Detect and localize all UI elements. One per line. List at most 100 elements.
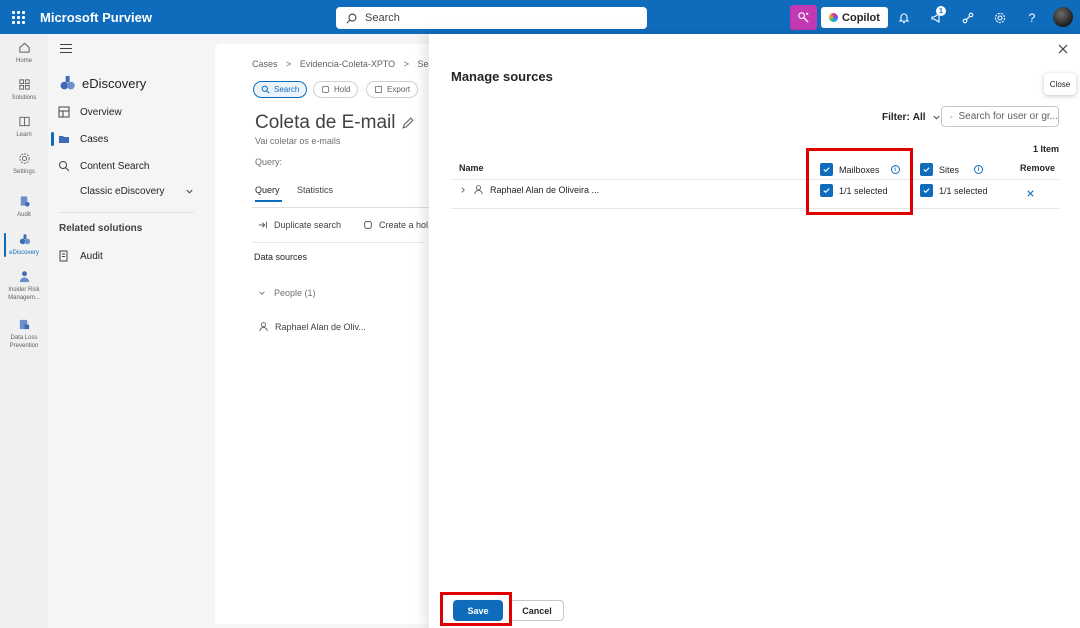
person-icon: [259, 322, 268, 332]
global-search-input[interactable]: Search: [336, 7, 647, 29]
magic-wand-button[interactable]: [790, 5, 817, 30]
nav-item-label: Content Search: [80, 160, 150, 172]
search-placeholder: Search: [365, 12, 400, 24]
nav-item-classic-ediscovery[interactable]: Classic eDiscovery: [80, 186, 194, 197]
user-search-input[interactable]: Search for user or gr...: [941, 106, 1059, 127]
connections-button[interactable]: [955, 5, 981, 30]
nav-item-content-search[interactable]: Content Search: [58, 160, 150, 172]
nav-item-label: Audit: [80, 250, 103, 262]
check-icon: [923, 188, 930, 194]
hamburger-icon[interactable]: [60, 44, 72, 56]
rail-label: Solutions: [11, 95, 37, 101]
rail-item-settings[interactable]: Settings: [0, 151, 48, 176]
nav-active-indicator: [51, 132, 54, 146]
help-button[interactable]: ?: [1019, 5, 1045, 30]
export-icon: [375, 86, 382, 93]
close-tooltip: Close: [1044, 73, 1076, 95]
search-pill[interactable]: Search: [253, 81, 308, 98]
pill-label: Search: [274, 85, 300, 94]
pill-label: Export: [387, 85, 411, 94]
remove-icon[interactable]: [1026, 189, 1035, 198]
people-group[interactable]: People (1): [258, 288, 316, 298]
tab-query[interactable]: Query: [255, 185, 280, 195]
person-item[interactable]: Raphael Alan de Oliv...: [258, 321, 366, 332]
rail-label: Data Loss Prevention: [9, 335, 39, 349]
nav-item-overview[interactable]: Overview: [58, 106, 122, 118]
nav-item-cases[interactable]: Cases: [58, 133, 108, 145]
copilot-button[interactable]: Copilot: [821, 7, 888, 28]
rail-item-audit[interactable]: Audit: [0, 194, 48, 219]
user-avatar[interactable]: [1053, 7, 1073, 27]
gear-icon: [17, 151, 31, 165]
hold-icon: [322, 86, 329, 93]
case-subtitle: Vai coletar os e-mails: [255, 136, 341, 146]
pill-label: Hold: [334, 85, 351, 94]
breadcrumb: Cases > Evidencia-Coleta-XPTO > Searc: [252, 59, 441, 69]
row-sites-checkbox[interactable]: [920, 184, 933, 197]
nav-item-label: Overview: [80, 106, 122, 118]
sparkle-icon: [798, 12, 809, 23]
table-row[interactable]: Raphael Alan de Oliveira ...: [459, 184, 599, 195]
gear-icon: [994, 12, 1006, 23]
close-icon[interactable]: [1056, 42, 1070, 56]
case-page: Cases > Evidencia-Coleta-XPTO > Searc Se…: [215, 44, 441, 624]
related-solutions-heading: Related solutions: [59, 223, 143, 234]
create-hold-button[interactable]: Create a hol: [363, 220, 428, 230]
sites-select-all-checkbox[interactable]: [920, 163, 933, 176]
mailboxes-highlight-box: [806, 148, 913, 215]
data-sources-heading: Data sources: [254, 252, 308, 262]
column-header-name[interactable]: Name: [459, 163, 484, 173]
search-icon: [261, 85, 270, 94]
top-bar: Microsoft Purview Search Copilot 1 ?: [0, 0, 1080, 34]
query-label: Query:: [255, 157, 283, 167]
search-icon: [59, 161, 70, 172]
info-icon[interactable]: i: [974, 165, 984, 174]
alerts-button[interactable]: 1: [923, 5, 949, 30]
duplicate-icon: [258, 221, 267, 229]
filter-dropdown[interactable]: Filter: All: [882, 112, 941, 123]
duplicate-search-button[interactable]: Duplicate search: [258, 220, 341, 230]
ediscovery-nav: eDiscovery Overview Cases Content Search…: [48, 34, 204, 628]
rail-label: eDiscovery: [9, 250, 39, 256]
filter-label: Filter:: [882, 112, 910, 123]
tab-active-indicator: [255, 200, 282, 202]
hold-pill[interactable]: Hold: [313, 81, 359, 98]
people-group-label: People (1): [274, 288, 316, 298]
tab-statistics[interactable]: Statistics: [297, 185, 333, 195]
rail-label: Insider Risk Managem...: [8, 287, 40, 301]
chevron-right-icon[interactable]: [459, 186, 467, 194]
breadcrumb-item[interactable]: Cases: [252, 59, 278, 69]
person-label: Raphael Alan de Oliv...: [275, 321, 366, 332]
rail-item-data-loss[interactable]: Data Loss Prevention: [0, 317, 48, 350]
rail-label: Settings: [13, 169, 35, 175]
breadcrumb-item[interactable]: Evidencia-Coleta-XPTO: [300, 59, 395, 69]
audit-icon: [59, 250, 68, 262]
rail-item-home[interactable]: Home: [0, 40, 48, 65]
export-pill[interactable]: Export: [366, 81, 419, 98]
panel-title: Manage sources: [451, 69, 553, 84]
pencil-icon[interactable]: [401, 116, 415, 130]
rail-item-solutions[interactable]: Solutions: [0, 77, 48, 102]
rail-item-learn[interactable]: Learn: [0, 114, 48, 139]
rail-item-ediscovery[interactable]: eDiscovery: [0, 232, 48, 257]
nav-divider: [58, 212, 194, 213]
nav-item-audit[interactable]: Audit: [58, 250, 103, 262]
overview-icon: [58, 106, 70, 118]
insider-risk-icon: [17, 269, 31, 283]
notifications-button[interactable]: [891, 5, 917, 30]
learn-icon: [17, 114, 31, 128]
rail-item-insider-risk[interactable]: Insider Risk Managem...: [0, 269, 48, 302]
header-divider: [451, 179, 1059, 180]
cancel-button[interactable]: Cancel: [510, 600, 564, 621]
ediscovery-icon: [17, 232, 31, 246]
bell-icon: [898, 13, 910, 23]
app-launcher-icon[interactable]: [12, 11, 25, 24]
settings-button[interactable]: [987, 5, 1013, 30]
app-title[interactable]: Microsoft Purview: [40, 10, 152, 25]
save-highlight-box: [440, 592, 512, 626]
alerts-badge: 1: [936, 6, 946, 16]
folder-icon: [59, 136, 69, 143]
search-icon: [950, 115, 953, 118]
filter-value: All: [912, 112, 926, 123]
connections-icon: [962, 12, 974, 23]
